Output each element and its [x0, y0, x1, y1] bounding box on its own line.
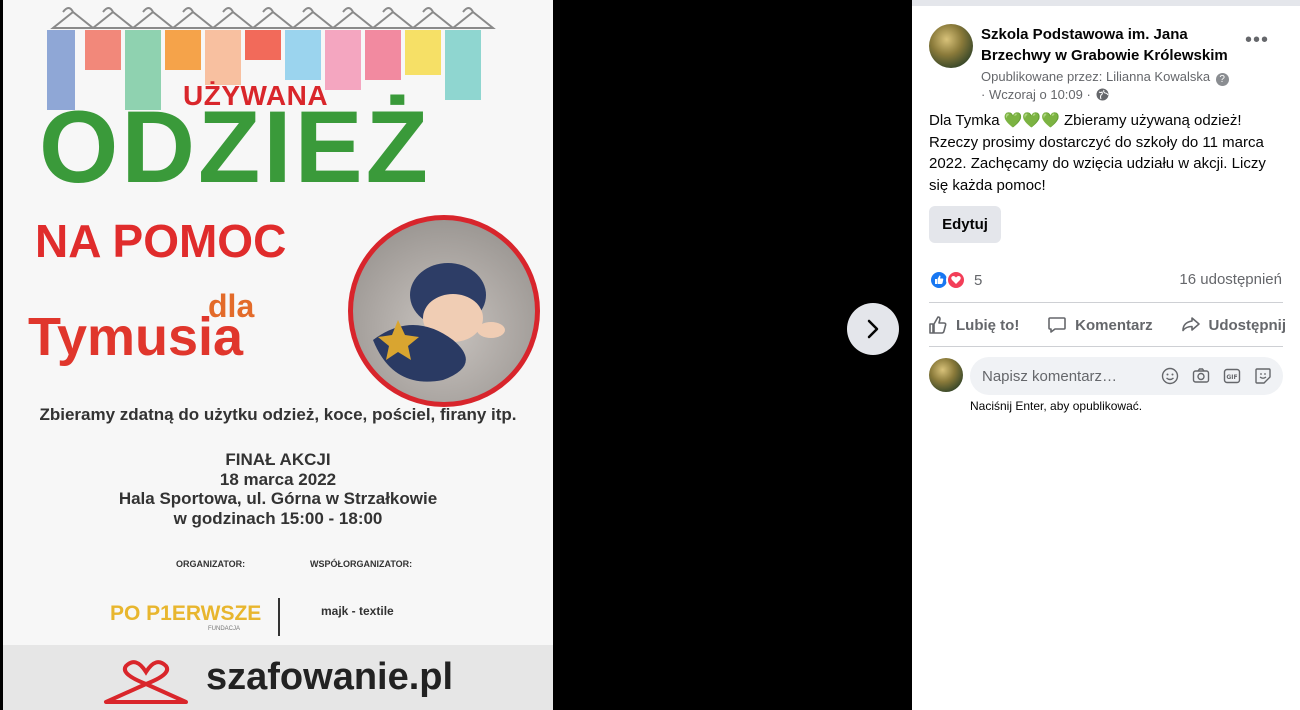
camera-icon[interactable]	[1191, 366, 1211, 386]
comment-box: GIF	[970, 357, 1283, 395]
emoji-icon[interactable]	[1160, 366, 1180, 386]
poster-word-to-help: NA POMOC	[35, 215, 287, 267]
poster-final-title: FINAŁ AKCJI	[225, 450, 331, 469]
gif-icon[interactable]: GIF	[1222, 366, 1242, 386]
reaction-count: 5	[974, 271, 983, 289]
share-label: Udostępnij	[1208, 316, 1287, 334]
green-hearts-emoji: 💚💚💚	[1003, 112, 1060, 129]
sleeping-baby-illustration	[373, 263, 505, 382]
post-body: Dla Tymka 💚💚💚 Zbieramy używaną odzież! R…	[929, 110, 1274, 196]
poster-final-place: Hala Sportowa, ul. Górna w Strzałkowie	[118, 489, 438, 508]
svg-text:GIF: GIF	[1226, 374, 1237, 381]
panel-top-border	[912, 0, 1300, 6]
next-photo-button[interactable]	[847, 303, 899, 355]
published-by: Opublikowane przez: Lilianna Kowalska ?	[981, 69, 1229, 86]
poster-organizer-label: ORGANIZATOR:	[176, 559, 246, 569]
divider-bottom	[929, 346, 1283, 347]
organizer-logo: PO P1ERWSZE	[110, 602, 262, 625]
poster-word-clothes: ODZIEŻ	[39, 90, 431, 204]
like-button[interactable]: Lubię to!	[922, 307, 1025, 343]
poster-image: UŻYWANA ODZIEŻ NA POMOC dla Tymusia Zbie…	[3, 0, 553, 710]
poster-name: Tymusia	[28, 307, 244, 367]
comment-button[interactable]: Komentarz	[1041, 307, 1159, 343]
commenter-avatar[interactable]	[929, 358, 963, 392]
post-actions: Lubię to! Komentarz Udostępnij	[922, 307, 1292, 343]
comment-label: Komentarz	[1075, 316, 1153, 334]
more-options-icon[interactable]: •••	[1242, 30, 1272, 54]
sponsor-logo: szafowanie.pl	[206, 656, 454, 698]
published-by-text: Opublikowane przez: Lilianna Kowalska	[981, 69, 1211, 84]
thumbs-up-icon	[929, 316, 947, 334]
post-body-prefix: Dla Tymka	[929, 112, 1000, 129]
poster-final-info: FINAŁ AKCJI 18 marca 2022 Hala Sportowa,…	[3, 450, 553, 528]
globe-icon	[1096, 88, 1109, 101]
share-arrow-icon	[1181, 317, 1200, 332]
help-icon[interactable]: ?	[1215, 73, 1229, 86]
reaction-summary[interactable]: 5	[929, 268, 982, 292]
post-timestamp[interactable]: · Wczoraj o 10:09 ·	[981, 87, 1091, 102]
photo-viewer: UŻYWANA ODZIEŻ NA POMOC dla Tymusia Zbie…	[0, 0, 912, 710]
poster-final-date: 18 marca 2022	[219, 469, 337, 489]
page-name-link[interactable]: Szkola Podstawowa im. Jana Brzechwy w Gr…	[981, 24, 1251, 66]
comment-tools: GIF	[1160, 366, 1273, 386]
sticker-icon[interactable]	[1253, 366, 1273, 386]
edit-button[interactable]: Edytuj	[929, 206, 1001, 243]
coorganizer-logo: majk - textile	[321, 604, 394, 618]
page-avatar[interactable]	[929, 24, 973, 68]
organizer-logo-sub: FUNDACJA	[208, 626, 241, 632]
chevron-right-icon	[867, 319, 879, 339]
poster-final-hours: w godzinach 15:00 - 18:00	[173, 508, 383, 528]
logo-separator	[278, 598, 280, 636]
post-panel: Szkola Podstawowa im. Jana Brzechwy w Gr…	[912, 0, 1300, 710]
comment-input[interactable]	[982, 357, 1152, 395]
divider-top	[929, 302, 1283, 303]
comment-bubble-icon	[1048, 317, 1066, 333]
post-meta: · Wczoraj o 10:09 ·	[981, 87, 1109, 102]
baby-photo	[348, 215, 540, 407]
share-count[interactable]: 16 udostępnień	[1179, 271, 1282, 288]
poster-coorganizer-label: WSPÓŁORGANIZATOR:	[310, 559, 413, 569]
comment-hint: Naciśnij Enter, aby opublikować.	[970, 399, 1143, 413]
share-button[interactable]: Udostępnij	[1175, 307, 1293, 343]
poster-collect-text: Zbieramy zdatną do użytku odzież, koce, …	[39, 405, 517, 424]
hanger-heart-logo	[104, 660, 188, 704]
like-label: Lubię to!	[956, 316, 1020, 334]
love-reaction-icon	[946, 270, 966, 290]
